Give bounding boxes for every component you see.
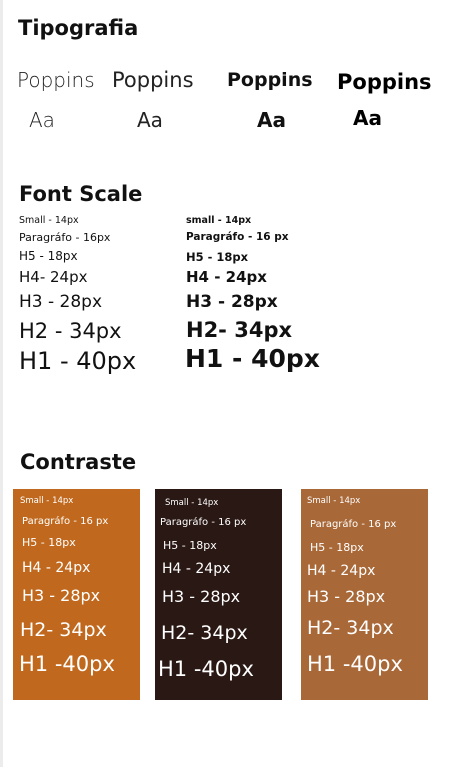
font-sample-light-name: Poppins: [17, 68, 95, 92]
card-h1: H1 -40px: [158, 657, 254, 681]
card-h3: H3 - 28px: [307, 587, 386, 606]
font-sample-semibold-name: Poppins: [227, 69, 313, 91]
font-sample-regular-name: Poppins: [112, 68, 194, 92]
scale-bold-small: small - 14px: [186, 215, 252, 226]
card-paragraph: Paragráfo - 16 px: [160, 517, 247, 528]
card-h1: H1 -40px: [19, 652, 115, 676]
font-sample-bold-name: Poppins: [337, 70, 432, 94]
card-paragraph: Paragráfo - 16 px: [22, 516, 109, 527]
card-h3: H3 - 28px: [22, 586, 101, 605]
card-h5: H5 - 18px: [163, 539, 217, 552]
card-h4: H4 - 24px: [162, 561, 231, 577]
scale-regular-h3: H3 - 28px: [19, 292, 103, 312]
font-scale-title: Font Scale: [19, 182, 143, 206]
card-h5: H5 - 18px: [22, 536, 76, 549]
card-h3: H3 - 28px: [162, 587, 241, 606]
contrast-card-orange: Small - 14px Paragráfo - 16 px H5 - 18px…: [13, 489, 140, 700]
scale-regular-paragraph: Paragráfo - 16px: [19, 231, 111, 244]
card-h2: H2- 34px: [161, 622, 248, 644]
scale-bold-h2: H2- 34px: [186, 318, 293, 342]
font-sample-bold-glyph: Aa: [353, 106, 382, 130]
card-small: Small - 14px: [307, 496, 361, 506]
scale-bold-h1: H1 - 40px: [185, 344, 320, 373]
card-small: Small - 14px: [20, 496, 74, 506]
card-h2: H2- 34px: [307, 617, 394, 639]
font-sample-semibold-glyph: Aa: [257, 108, 286, 132]
card-h1: H1 -40px: [307, 652, 403, 676]
card-h4: H4 - 24px: [22, 560, 91, 576]
card-paragraph: Paragráfo - 16 px: [310, 519, 397, 530]
font-sample-light-glyph: Aa: [29, 108, 55, 132]
contraste-title: Contraste: [20, 450, 137, 474]
card-h4: H4 - 24px: [307, 563, 376, 579]
scale-bold-h3: H3 - 28px: [186, 292, 278, 312]
contrast-card-dark: Small - 14px Paragráfo - 16 px H5 - 18px…: [155, 489, 282, 700]
scale-regular-h2: H2 - 34px: [19, 319, 122, 343]
contrast-card-brown: Small - 14px Paragráfo - 16 px H5 - 18px…: [301, 489, 428, 700]
scale-regular-small: Small - 14px: [19, 215, 79, 226]
card-h5: H5 - 18px: [310, 541, 364, 554]
font-sample-regular-glyph: Aa: [137, 108, 163, 132]
scale-regular-h1: H1 - 40px: [19, 347, 137, 375]
scale-bold-h5: H5 - 18px: [186, 250, 249, 264]
scale-regular-h4: H4- 24px: [19, 268, 88, 286]
scale-bold-h4: H4 - 24px: [186, 268, 267, 286]
scale-bold-paragraph: Paragráfo - 16 px: [186, 231, 289, 243]
left-border: [0, 0, 3, 767]
card-small: Small - 14px: [165, 498, 219, 508]
tipografia-title: Tipografia: [18, 16, 139, 40]
scale-regular-h5: H5 - 18px: [19, 249, 78, 263]
card-h2: H2- 34px: [20, 619, 107, 641]
